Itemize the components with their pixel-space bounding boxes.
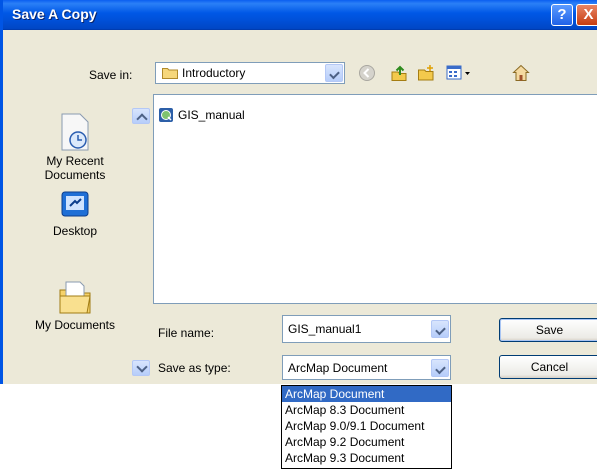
save-as-type-value: ArcMap Document [288, 361, 388, 375]
place-my-documents[interactable]: My Documents [16, 278, 134, 332]
type-option[interactable]: ArcMap 9.0/9.1 Document [282, 418, 451, 434]
places-bar: My Recent Documents Desktop My Documents [16, 96, 150, 380]
folder-icon [162, 68, 178, 79]
file-name-text: GIS_manual [178, 108, 245, 122]
type-option[interactable]: ArcMap Document [282, 386, 451, 402]
save-as-type-options[interactable]: ArcMap Document ArcMap 8.3 Document ArcM… [281, 385, 452, 469]
file-name-value: GIS_manual1 [288, 322, 362, 336]
type-option[interactable]: ArcMap 9.2 Document [282, 434, 451, 450]
file-name-field[interactable]: GIS_manual1 [282, 315, 451, 343]
places-scroll-down-button[interactable] [132, 360, 150, 376]
type-option[interactable]: ArcMap 8.3 Document [282, 402, 451, 418]
desktop-icon [61, 191, 89, 217]
places-scroll-up-button[interactable] [132, 108, 150, 124]
list-item[interactable]: GIS_manual [158, 107, 245, 123]
save-as-type-label: Save as type: [158, 361, 231, 375]
chevron-down-icon[interactable] [431, 320, 449, 338]
save-as-type-dropdown[interactable]: ArcMap Document [282, 355, 451, 380]
back-arrow-icon[interactable] [358, 64, 376, 82]
my-documents-icon [59, 281, 91, 314]
place-label: Desktop [52, 224, 98, 238]
type-option[interactable]: ArcMap 9.3 Document [282, 450, 451, 466]
file-name-label: File name: [158, 326, 215, 340]
save-a-copy-dialog: Save A Copy ? X Save in: Introductory My… [0, 0, 597, 384]
chevron-down-icon[interactable] [431, 359, 449, 377]
place-desktop[interactable]: Desktop [16, 188, 134, 238]
save-in-dropdown[interactable]: Introductory [155, 62, 345, 84]
place-my-recent-documents[interactable]: My Recent Documents [16, 112, 134, 182]
save-in-label: Save in: [89, 68, 133, 82]
up-folder-icon[interactable] [390, 64, 408, 82]
arcmap-document-icon [159, 108, 173, 122]
home-icon[interactable] [512, 64, 530, 82]
new-folder-icon[interactable] [417, 64, 435, 82]
save-in-value: Introductory [182, 66, 246, 80]
help-button[interactable]: ? [551, 4, 573, 26]
recent-documents-icon [61, 113, 89, 151]
dialog-title: Save A Copy [12, 6, 97, 22]
place-label: My Recent Documents [44, 154, 106, 182]
save-button[interactable]: Save [499, 318, 597, 342]
chevron-down-icon[interactable] [325, 64, 343, 82]
place-label: My Documents [34, 318, 116, 332]
views-menu-icon[interactable] [446, 64, 472, 82]
close-button[interactable]: X [576, 4, 597, 26]
file-list[interactable]: GIS_manual [153, 94, 597, 304]
title-bar[interactable]: Save A Copy ? X [3, 0, 597, 30]
cancel-button[interactable]: Cancel [499, 355, 597, 379]
